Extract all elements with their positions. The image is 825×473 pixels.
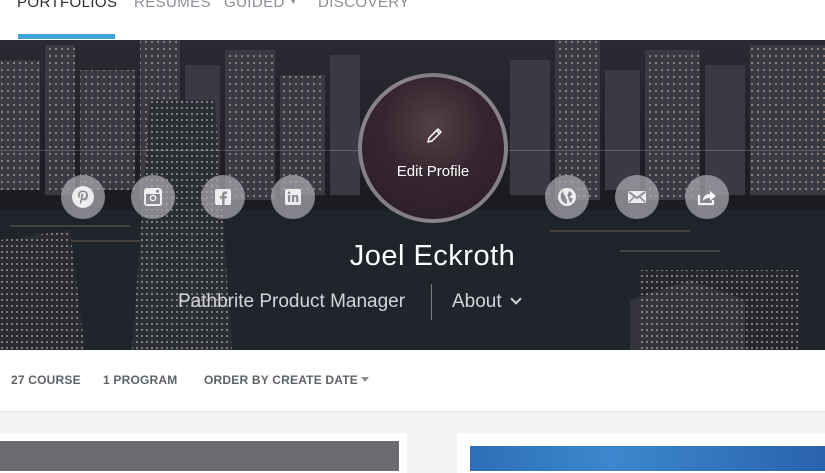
globe-icon: [558, 188, 576, 206]
chevron-down-icon: [509, 293, 522, 305]
chevron-down-icon: ▼: [288, 0, 299, 6]
nav-portfolios[interactable]: PORTFOLIOS: [17, 0, 117, 11]
header-divider: [431, 284, 432, 320]
portfolio-card[interactable]: [457, 433, 825, 473]
instagram-icon: [144, 188, 162, 206]
profile-name: Joel Eckroth: [349, 240, 516, 272]
profile-avatar[interactable]: Edit Profile: [358, 73, 508, 223]
edit-profile-label: Edit Profile: [396, 163, 470, 180]
facebook-button[interactable]: [201, 175, 245, 219]
card-thumbnail: [470, 446, 825, 471]
share-icon: [697, 191, 716, 206]
active-tab-indicator: [18, 34, 115, 39]
about-dropdown[interactable]: About: [452, 291, 522, 313]
nav-guided-label: GUIDED: [224, 0, 285, 11]
pencil-icon: [427, 128, 442, 143]
nav-resumes[interactable]: RESUMES: [134, 0, 211, 11]
filter-courses[interactable]: 27 COURSE: [11, 373, 81, 387]
facebook-icon: [215, 189, 231, 205]
mail-icon: [628, 191, 646, 203]
filter-programs[interactable]: 1 PROGRAM: [103, 373, 177, 387]
caret-down-icon: [361, 377, 370, 382]
portfolio-card[interactable]: [0, 433, 407, 473]
pinterest-icon: [72, 186, 94, 208]
instagram-button[interactable]: [131, 175, 175, 219]
order-by-dropdown[interactable]: ORDER BY CREATE DATE: [204, 373, 370, 387]
filter-bar: 27 COURSE 1 PROGRAM ORDER BY CREATE DATE: [0, 350, 825, 412]
linkedin-button[interactable]: [271, 175, 315, 219]
email-button[interactable]: [615, 175, 659, 219]
about-label: About: [452, 291, 502, 312]
top-nav: PORTFOLIOS RESUMES GUIDED ▼ DISCOVERY: [0, 0, 825, 40]
profile-title: Pathbrite Product Manager: [178, 291, 406, 312]
linkedin-icon: [285, 189, 301, 205]
order-by-label: ORDER BY CREATE DATE: [204, 373, 359, 387]
nav-guided[interactable]: GUIDED ▼: [224, 0, 298, 11]
share-button[interactable]: [685, 175, 729, 219]
card-thumbnail: [0, 441, 399, 471]
website-button[interactable]: [545, 175, 589, 219]
avatar-overlay: [362, 77, 504, 219]
profile-hero-banner: Edit Profile Joel Eckroth Pathbrite Prod…: [0, 40, 825, 350]
nav-discovery[interactable]: DISCOVERY: [318, 0, 410, 11]
pinterest-button[interactable]: [61, 175, 105, 219]
